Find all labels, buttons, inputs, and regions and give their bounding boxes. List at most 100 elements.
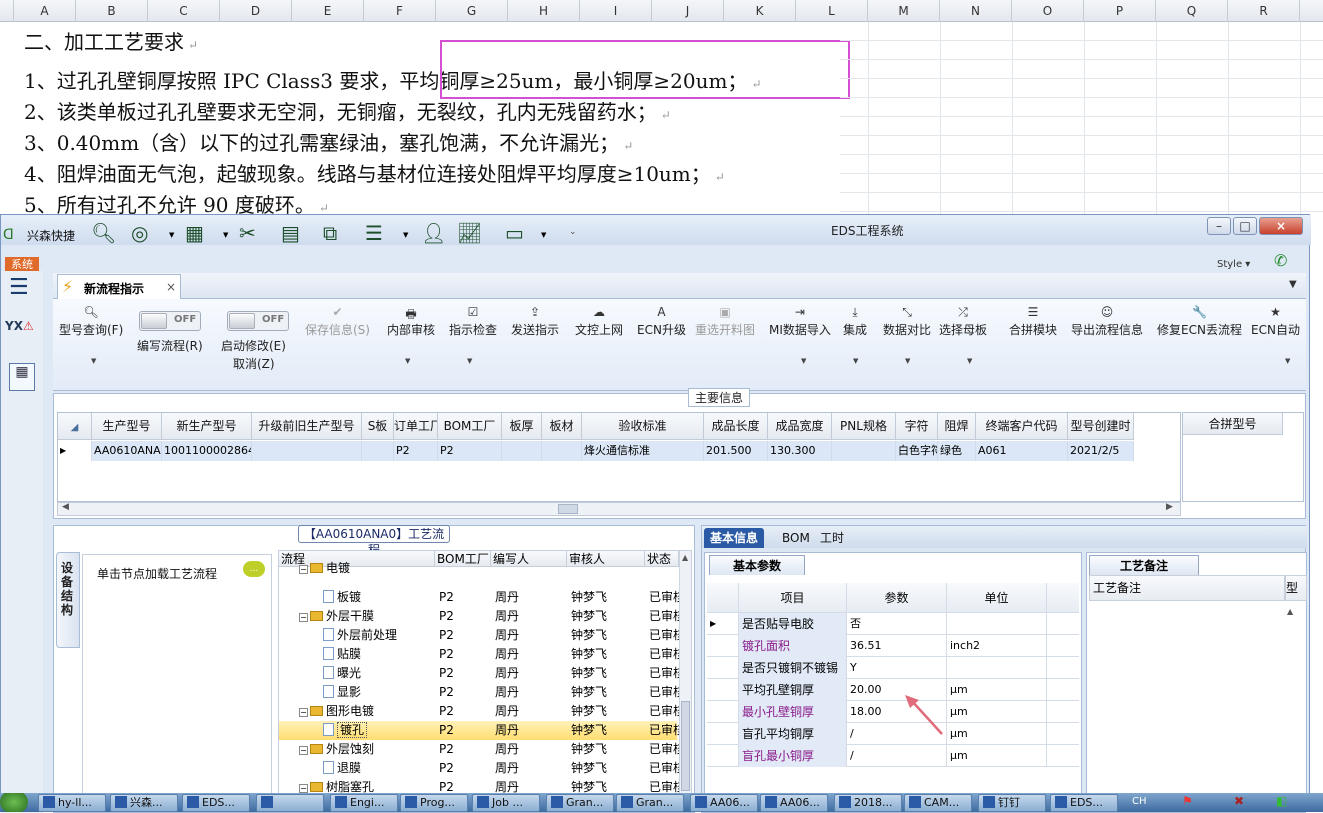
table-cell[interactable]: 2021/2/5: [1068, 441, 1134, 461]
column-header[interactable]: 订单工厂: [394, 413, 438, 440]
tree-row[interactable]: 贴膜 P2 周丹 钟梦飞 已审核: [279, 645, 679, 664]
taskbar-item[interactable]: AA06...: [690, 794, 758, 812]
column-header[interactable]: 验收标准: [582, 413, 704, 440]
dropdown-icon[interactable]: ▼: [1285, 357, 1290, 365]
tab-work-hours[interactable]: 工时: [814, 528, 850, 548]
toolbar-button-1[interactable]: 🖶 内部审核: [387, 305, 435, 338]
close-button[interactable]: ×: [1259, 217, 1303, 235]
column-header[interactable]: 升级前旧生产型号: [252, 413, 362, 440]
column-header-r[interactable]: R: [1228, 0, 1300, 22]
taskbar-item[interactable]: CAM...: [904, 794, 972, 812]
row-header[interactable]: [707, 657, 739, 679]
taskbar-item[interactable]: Gran...: [546, 794, 614, 812]
column-header[interactable]: 新生产型号: [162, 413, 252, 440]
column-header[interactable]: 终端客户代码: [976, 413, 1068, 440]
column-header-g[interactable]: G: [436, 0, 508, 22]
params-row[interactable]: 盲孔最小铜厚 / μm: [707, 745, 1079, 767]
column-header[interactable]: 板材: [542, 413, 582, 440]
toolbar-button-7[interactable]: ⇥ MI数据导入: [769, 305, 831, 338]
column-header-h[interactable]: H: [508, 0, 580, 22]
params-cell-value[interactable]: 否: [847, 613, 947, 635]
taskbar-item[interactable]: AA06...: [760, 794, 828, 812]
tree-row[interactable]: 镀孔 P2 周丹 钟梦飞 已审核: [279, 721, 679, 740]
tree-row[interactable]: − 外层蚀刻 P2 周丹 钟梦飞 已审核: [279, 740, 679, 759]
toolbar-button-2[interactable]: ☑ 指示检查: [449, 305, 497, 338]
params-row[interactable]: 镀孔面积 36.51 inch2: [707, 635, 1079, 657]
grid-icon[interactable]: ▦: [185, 223, 204, 243]
table-cell[interactable]: P2: [438, 441, 502, 461]
collapse-icon[interactable]: −: [299, 708, 308, 717]
column-header[interactable]: 生产型号: [92, 413, 162, 440]
tab-bom[interactable]: BOM: [776, 528, 816, 548]
tab-list-dropdown-icon[interactable]: ▼: [1289, 279, 1297, 290]
load-process-box[interactable]: 单击节点加载工艺流程 …: [82, 554, 272, 812]
maximize-button[interactable]: □: [1233, 217, 1257, 235]
dropdown-icon[interactable]: ▼: [91, 357, 96, 365]
tab-new-process[interactable]: ⚡ 新流程指示 ×: [57, 274, 181, 299]
row-header[interactable]: [707, 635, 739, 657]
column-header-f[interactable]: F: [364, 0, 436, 22]
scroll-left-icon[interactable]: ◀: [62, 502, 69, 512]
params-row[interactable]: 盲孔平均铜厚 / μm: [707, 723, 1079, 745]
yx-logo-icon[interactable]: YX⚠: [5, 319, 37, 349]
column-header[interactable]: 成品长度: [704, 413, 768, 440]
dropdown-icon[interactable]: ▼: [801, 357, 806, 365]
horizontal-scrollbar[interactable]: ◀ ▶: [57, 502, 1181, 516]
taskbar-item[interactable]: Job ...: [472, 794, 540, 812]
scroll-up-icon[interactable]: ▲: [1287, 607, 1293, 616]
toolbar-button-8[interactable]: ⤓ 集成: [843, 305, 867, 338]
row-header[interactable]: [707, 679, 739, 701]
taskbar-item[interactable]: 兴森...: [110, 794, 178, 812]
column-header-j[interactable]: J: [652, 0, 724, 22]
column-header-q[interactable]: Q: [1156, 0, 1228, 22]
params-column-header[interactable]: 单位: [947, 583, 1047, 613]
tray-close-icon[interactable]: ✖: [1234, 794, 1244, 808]
tree-row[interactable]: 外层前处理 P2 周丹 钟梦飞 已审核: [279, 626, 679, 645]
edit-flow-toggle[interactable]: OFF: [139, 311, 201, 331]
taskbar-item[interactable]: 钉钉: [978, 794, 1046, 812]
params-column-header[interactable]: 参数: [847, 583, 947, 613]
column-header-b[interactable]: B: [76, 0, 148, 22]
row-header[interactable]: [707, 745, 739, 767]
search-icon[interactable]: 🔍︎: [91, 223, 116, 243]
ribbon-tab-system[interactable]: 系统: [5, 257, 39, 272]
scroll-thumb[interactable]: [681, 701, 690, 791]
taskbar-item[interactable]: Engi...: [330, 794, 398, 812]
column-header-p[interactable]: P: [1084, 0, 1156, 22]
toolbar-button-10[interactable]: ⤮ 选择母板: [939, 305, 987, 338]
lifebuoy-icon[interactable]: ◎: [131, 223, 148, 243]
table-cell[interactable]: 绿色: [938, 441, 976, 461]
tree-row[interactable]: 显影 P2 周丹 钟梦飞 已审核: [279, 683, 679, 702]
tab-close-icon[interactable]: ×: [166, 280, 176, 294]
list-icon[interactable]: ☰: [365, 223, 383, 243]
column-header[interactable]: S板: [362, 413, 394, 440]
params-cell-value[interactable]: 36.51: [847, 635, 947, 657]
table-cell[interactable]: [832, 441, 896, 461]
toolbar-button-3[interactable]: ⇪ 发送指示: [511, 305, 559, 338]
toolbar-button-4[interactable]: ☁ 文控上网: [575, 305, 623, 338]
calculator-icon[interactable]: ▦: [9, 363, 35, 391]
user-icon[interactable]: 👤︎: [421, 223, 446, 243]
scroll-thumb[interactable]: [558, 504, 578, 514]
column-header-o[interactable]: O: [1012, 0, 1084, 22]
params-cell-value[interactable]: /: [847, 745, 947, 767]
dropdown-icon[interactable]: ▼: [905, 357, 910, 365]
column-header-k[interactable]: K: [724, 0, 796, 22]
column-header-a[interactable]: A: [14, 0, 76, 22]
toolbar-button-12[interactable]: ☺ 导出流程信息: [1071, 305, 1143, 338]
toolbar-button-6[interactable]: ▣ 重选开料图: [695, 305, 755, 338]
toolbar-button-13[interactable]: 🔧 修复ECN丢流程: [1157, 305, 1242, 338]
row-indicator-icon[interactable]: ▶: [58, 441, 92, 461]
column-header-c[interactable]: C: [148, 0, 220, 22]
table-cell[interactable]: 10011000028642: [162, 441, 252, 461]
column-header[interactable]: 阻焊: [938, 413, 976, 440]
cancel-button[interactable]: 取消(Z): [233, 355, 275, 372]
toolbar-button-5[interactable]: A ECN升级: [637, 305, 686, 338]
tab-equipment-structure[interactable]: 设备结构: [56, 552, 80, 648]
hamburger-icon[interactable]: ☰: [9, 277, 29, 299]
row-indicator-icon[interactable]: ▶: [707, 613, 739, 635]
row-header[interactable]: [707, 701, 739, 723]
params-cell-value[interactable]: Y: [847, 657, 947, 679]
taskbar-item[interactable]: EDS...: [182, 794, 250, 812]
taskbar-item[interactable]: 2018...: [834, 794, 902, 812]
